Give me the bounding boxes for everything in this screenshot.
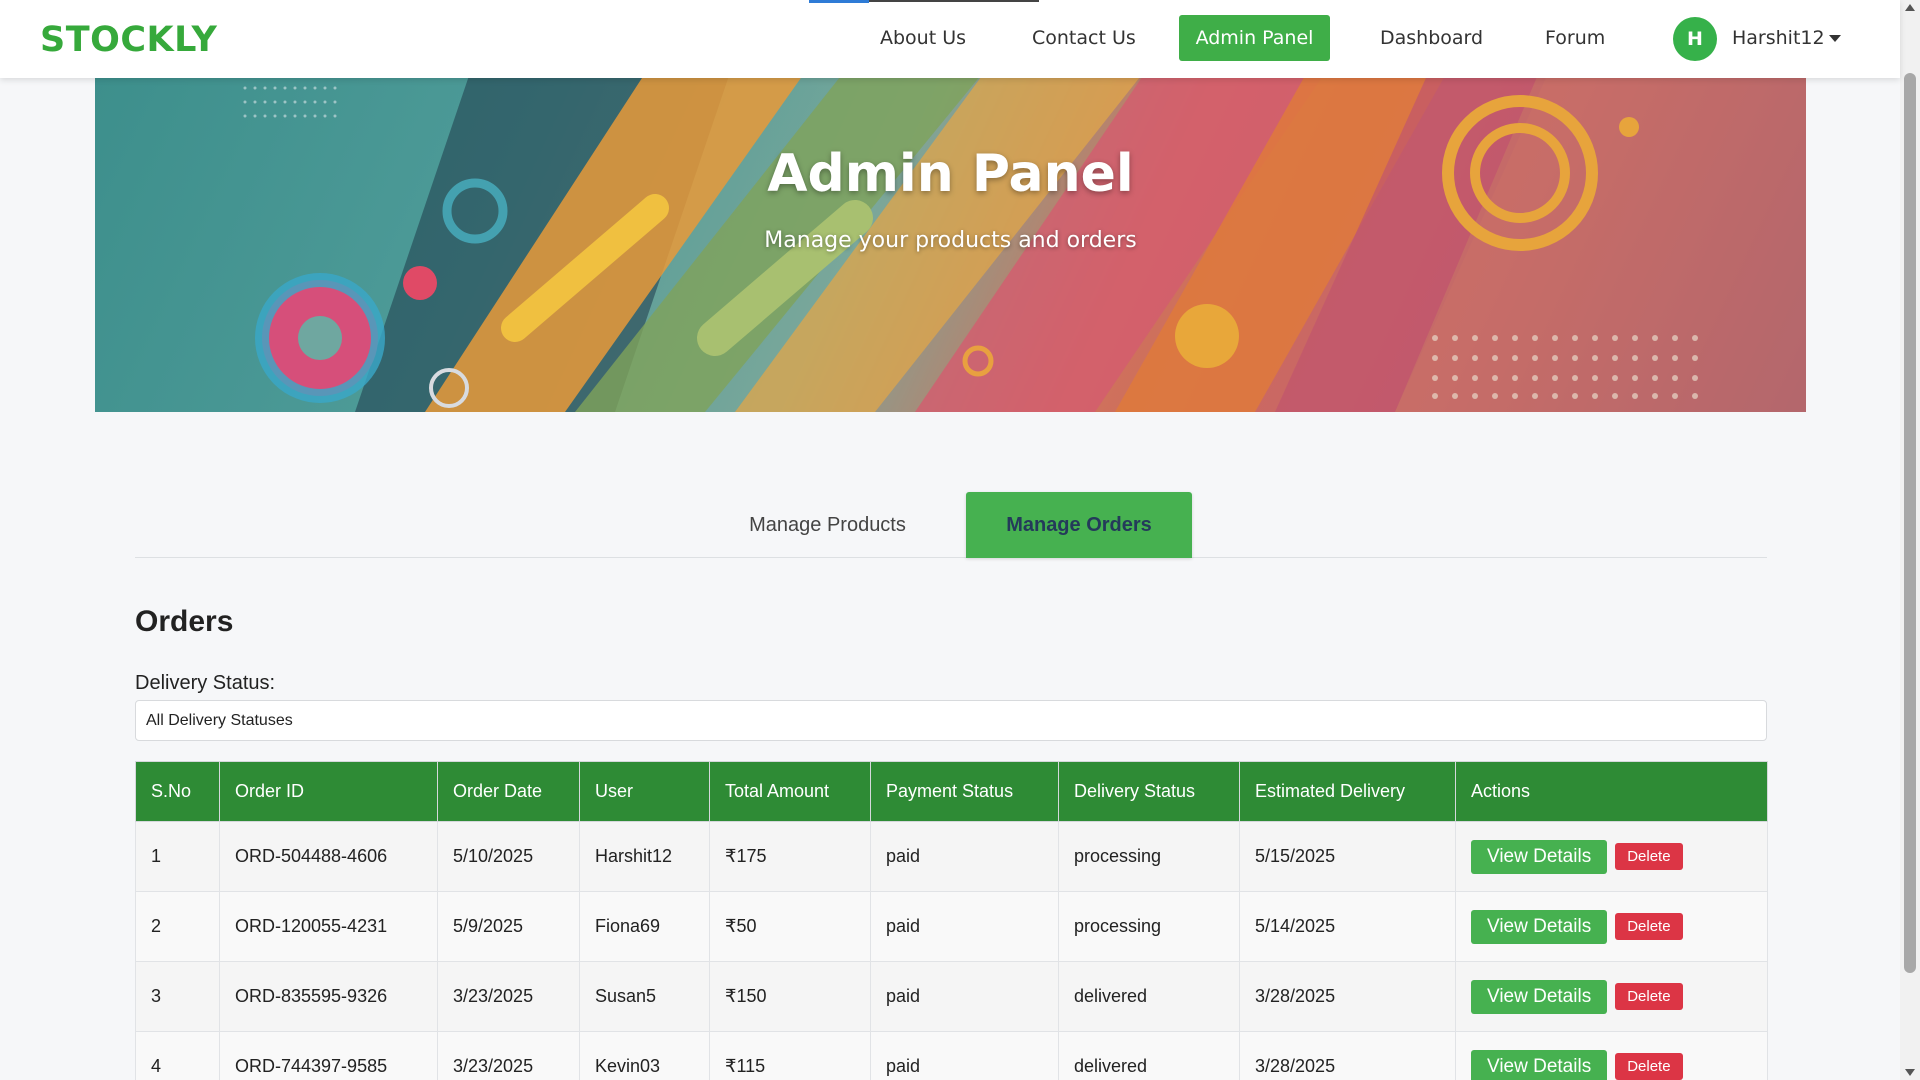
view-details-button[interactable]: View Details (1471, 839, 1608, 874)
tab-manage-products[interactable]: Manage Products (720, 492, 935, 558)
cell-actions: View Details Delete (1455, 891, 1768, 962)
cell-user: Susan5 (579, 961, 710, 1032)
cell-order-date: 5/9/2025 (437, 891, 580, 962)
table-row: 4 ORD-744397-9585 3/23/2025 Kevin03 ₹115… (135, 1031, 1768, 1080)
cell-order-date: 5/10/2025 (437, 821, 580, 892)
orders-table: S.No Order ID Order Date User Total Amou… (135, 761, 1768, 1080)
col-header-delivery-status: Delivery Status (1058, 761, 1240, 822)
user-avatar[interactable]: H (1673, 17, 1717, 61)
col-header-estimated-delivery: Estimated Delivery (1239, 761, 1456, 822)
cell-delivery-status: delivered (1058, 1031, 1240, 1080)
nav-progress-indicator (809, 0, 869, 3)
cell-total-amount: ₹150 (709, 961, 871, 1032)
scroll-up-arrow-icon[interactable] (1905, 4, 1915, 11)
cell-actions: View Details Delete (1455, 821, 1768, 892)
cell-estimated-delivery: 5/14/2025 (1239, 891, 1456, 962)
cell-sno: 4 (135, 1031, 220, 1080)
view-details-button[interactable]: View Details (1471, 909, 1608, 944)
col-header-payment-status: Payment Status (870, 761, 1059, 822)
hero-subtitle: Manage your products and orders (764, 228, 1137, 253)
cell-total-amount: ₹175 (709, 821, 871, 892)
hero-title: Admin Panel (767, 144, 1134, 204)
cell-actions: View Details Delete (1455, 1031, 1768, 1080)
cell-sno: 3 (135, 961, 220, 1032)
cell-total-amount: ₹115 (709, 1031, 871, 1080)
nav-admin-panel[interactable]: Admin Panel (1179, 15, 1330, 61)
cell-delivery-status: processing (1058, 891, 1240, 962)
cell-total-amount: ₹50 (709, 891, 871, 962)
tabs-divider (135, 557, 1767, 558)
cell-order-id: ORD-504488-4606 (219, 821, 438, 892)
cell-user: Harshit12 (579, 821, 710, 892)
nav-about-us[interactable]: About Us (880, 27, 966, 49)
cell-payment-status: paid (870, 891, 1059, 962)
col-header-total-amount: Total Amount (709, 761, 871, 822)
col-header-order-date: Order Date (437, 761, 580, 822)
cell-order-id: ORD-744397-9585 (219, 1031, 438, 1080)
cell-order-id: ORD-835595-9326 (219, 961, 438, 1032)
cell-sno: 2 (135, 891, 220, 962)
hero-banner: Admin Panel Manage your products and ord… (95, 78, 1806, 412)
cell-order-date: 3/23/2025 (437, 961, 580, 1032)
delete-button[interactable]: Delete (1615, 913, 1683, 940)
user-menu-name[interactable]: Harshit12 (1732, 27, 1825, 49)
delete-button[interactable]: Delete (1615, 983, 1683, 1010)
view-details-button[interactable]: View Details (1471, 1049, 1608, 1080)
cell-actions: View Details Delete (1455, 961, 1768, 1032)
col-header-sno: S.No (135, 761, 220, 822)
nav-progress-track (869, 0, 1039, 2)
cell-user: Fiona69 (579, 891, 710, 962)
delivery-status-label: Delivery Status: (135, 672, 276, 694)
cell-estimated-delivery: 5/15/2025 (1239, 821, 1456, 892)
col-header-actions: Actions (1455, 761, 1768, 822)
cell-order-date: 3/23/2025 (437, 1031, 580, 1080)
table-header-row: S.No Order ID Order Date User Total Amou… (135, 761, 1768, 822)
chevron-down-icon[interactable] (1829, 35, 1841, 42)
nav-dashboard[interactable]: Dashboard (1380, 27, 1483, 49)
cell-delivery-status: processing (1058, 821, 1240, 892)
cell-payment-status: paid (870, 961, 1059, 1032)
delete-button[interactable]: Delete (1615, 843, 1683, 870)
nav-contact-us[interactable]: Contact Us (1032, 27, 1136, 49)
top-navbar: STOCKLY About Us Contact Us Admin Panel … (0, 0, 1900, 78)
cell-user: Kevin03 (579, 1031, 710, 1080)
scroll-down-arrow-icon[interactable] (1905, 1069, 1915, 1076)
table-row: 1 ORD-504488-4606 5/10/2025 Harshit12 ₹1… (135, 821, 1768, 892)
delete-button[interactable]: Delete (1615, 1053, 1683, 1080)
view-details-button[interactable]: View Details (1471, 979, 1608, 1014)
table-row: 3 ORD-835595-9326 3/23/2025 Susan5 ₹150 … (135, 961, 1768, 1032)
cell-payment-status: paid (870, 821, 1059, 892)
scrollbar-thumb[interactable] (1904, 73, 1916, 973)
col-header-order-id: Order ID (219, 761, 438, 822)
cell-sno: 1 (135, 821, 220, 892)
col-header-user: User (579, 761, 710, 822)
cell-order-id: ORD-120055-4231 (219, 891, 438, 962)
tab-manage-orders[interactable]: Manage Orders (966, 492, 1192, 558)
cell-estimated-delivery: 3/28/2025 (1239, 961, 1456, 1032)
table-row: 2 ORD-120055-4231 5/9/2025 Fiona69 ₹50 p… (135, 891, 1768, 962)
brand-logo[interactable]: STOCKLY (40, 20, 217, 60)
orders-heading: Orders (135, 605, 234, 638)
nav-forum[interactable]: Forum (1545, 27, 1605, 49)
cell-estimated-delivery: 3/28/2025 (1239, 1031, 1456, 1080)
cell-delivery-status: delivered (1058, 961, 1240, 1032)
page-scrollbar[interactable] (1900, 0, 1920, 1080)
cell-payment-status: paid (870, 1031, 1059, 1080)
delivery-status-select[interactable]: All Delivery Statuses (135, 700, 1767, 741)
